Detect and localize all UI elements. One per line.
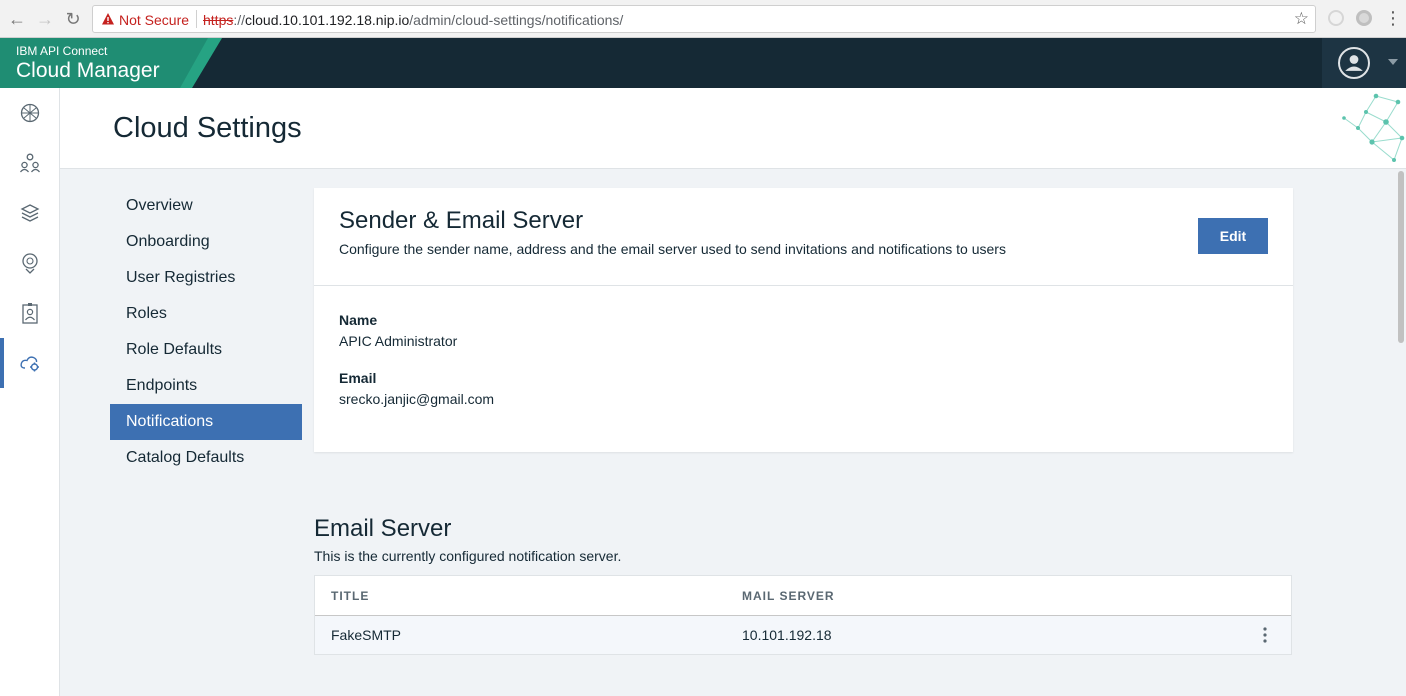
brand-subtitle: IBM API Connect bbox=[16, 44, 108, 58]
resources-icon bbox=[20, 204, 40, 222]
page-header: Cloud Settings bbox=[60, 88, 1406, 169]
nav-item-catalog-defaults[interactable]: Catalog Defaults bbox=[110, 440, 302, 476]
sender-card-description: Configure the sender name, address and t… bbox=[339, 241, 1006, 257]
nav-item-notifications[interactable]: Notifications bbox=[110, 404, 302, 440]
table-row[interactable]: FakeSMTP 10.101.192.18 bbox=[315, 616, 1291, 654]
brand-title: Cloud Manager bbox=[16, 59, 160, 82]
back-arrow-icon[interactable]: ← bbox=[6, 8, 28, 30]
forward-arrow-icon[interactable]: → bbox=[34, 8, 56, 30]
rail-topology[interactable] bbox=[0, 238, 60, 288]
page-title: Cloud Settings bbox=[113, 112, 302, 144]
cloud-settings-icon bbox=[20, 356, 39, 372]
rail-members[interactable] bbox=[0, 288, 60, 338]
security-label[interactable]: Not Secure bbox=[119, 12, 189, 28]
name-value: APIC Administrator bbox=[339, 333, 458, 349]
member-badge-icon bbox=[22, 303, 38, 324]
column-header-mail-server: MAIL SERVER bbox=[742, 589, 835, 603]
chevron-down-icon[interactable] bbox=[1388, 59, 1398, 65]
settings-nav: Overview Onboarding User Registries Role… bbox=[110, 188, 302, 476]
topology-icon bbox=[22, 253, 38, 274]
row-title: FakeSMTP bbox=[331, 627, 402, 643]
rail-dashboard[interactable] bbox=[0, 88, 60, 138]
nav-item-roles[interactable]: Roles bbox=[110, 296, 302, 332]
name-label: Name bbox=[339, 312, 378, 328]
sender-card-title: Sender & Email Server bbox=[339, 207, 584, 234]
email-server-table: TITLE MAIL SERVER FakeSMTP 10.101.192.18 bbox=[314, 575, 1292, 655]
extension-icon[interactable] bbox=[1328, 10, 1344, 26]
overflow-menu-icon[interactable] bbox=[1255, 625, 1275, 645]
user-avatar-icon[interactable] bbox=[1338, 47, 1370, 79]
bookmark-star-icon[interactable]: ☆ bbox=[1294, 9, 1309, 29]
email-label: Email bbox=[339, 370, 377, 386]
rail-resources[interactable] bbox=[0, 188, 60, 238]
row-mail-server: 10.101.192.18 bbox=[742, 627, 832, 643]
url-protocol: https bbox=[203, 12, 234, 28]
dashboard-icon bbox=[20, 103, 40, 123]
left-rail bbox=[0, 88, 60, 696]
reload-icon[interactable]: ↻ bbox=[62, 8, 84, 30]
sender-card-header: Sender & Email Server Configure the send… bbox=[314, 188, 1293, 286]
table-header: TITLE MAIL SERVER bbox=[315, 576, 1291, 616]
rail-organizations[interactable] bbox=[0, 138, 60, 188]
network-decoration bbox=[1342, 93, 1405, 162]
address-divider bbox=[196, 10, 197, 28]
page-scrollbar[interactable] bbox=[1396, 169, 1406, 696]
rail-cloud-settings[interactable] bbox=[0, 338, 60, 388]
scrollbar-thumb[interactable] bbox=[1398, 171, 1404, 343]
url-path: /admin/cloud-settings/notifications/ bbox=[409, 12, 624, 28]
warning-icon bbox=[102, 13, 114, 25]
nav-item-user-registries[interactable]: User Registries bbox=[110, 260, 302, 296]
url-separator: :// bbox=[233, 12, 246, 28]
email-value: srecko.janjic@gmail.com bbox=[339, 391, 495, 407]
edit-button[interactable]: Edit bbox=[1198, 218, 1268, 254]
user-menu[interactable] bbox=[1322, 38, 1406, 88]
nav-item-endpoints[interactable]: Endpoints bbox=[110, 368, 302, 404]
email-server-title: Email Server bbox=[314, 515, 452, 542]
nav-item-onboarding[interactable]: Onboarding bbox=[110, 224, 302, 260]
sender-card: Sender & Email Server Configure the send… bbox=[314, 188, 1293, 452]
brand-logo[interactable]: IBM API Connect Cloud Manager bbox=[0, 38, 222, 88]
browser-toolbar: ← → ↻ Not Secure https://cloud.10.101.19… bbox=[0, 0, 1406, 38]
app-header: IBM API Connect Cloud Manager bbox=[0, 38, 1406, 88]
organizations-icon bbox=[19, 153, 41, 173]
profile-extension-icon[interactable] bbox=[1356, 10, 1372, 26]
url-text[interactable]: https://cloud.10.101.192.18.nip.io/admin… bbox=[203, 12, 623, 28]
url-host: cloud.10.101.192.18.nip.io bbox=[245, 12, 410, 28]
nav-item-role-defaults[interactable]: Role Defaults bbox=[110, 332, 302, 368]
browser-menu-icon[interactable]: ⋮ bbox=[1384, 8, 1402, 28]
email-server-description: This is the currently configured notific… bbox=[314, 548, 622, 564]
nav-item-overview[interactable]: Overview bbox=[110, 188, 302, 224]
column-header-title: TITLE bbox=[331, 589, 370, 603]
address-bar[interactable]: Not Secure https://cloud.10.101.192.18.n… bbox=[92, 5, 1316, 33]
